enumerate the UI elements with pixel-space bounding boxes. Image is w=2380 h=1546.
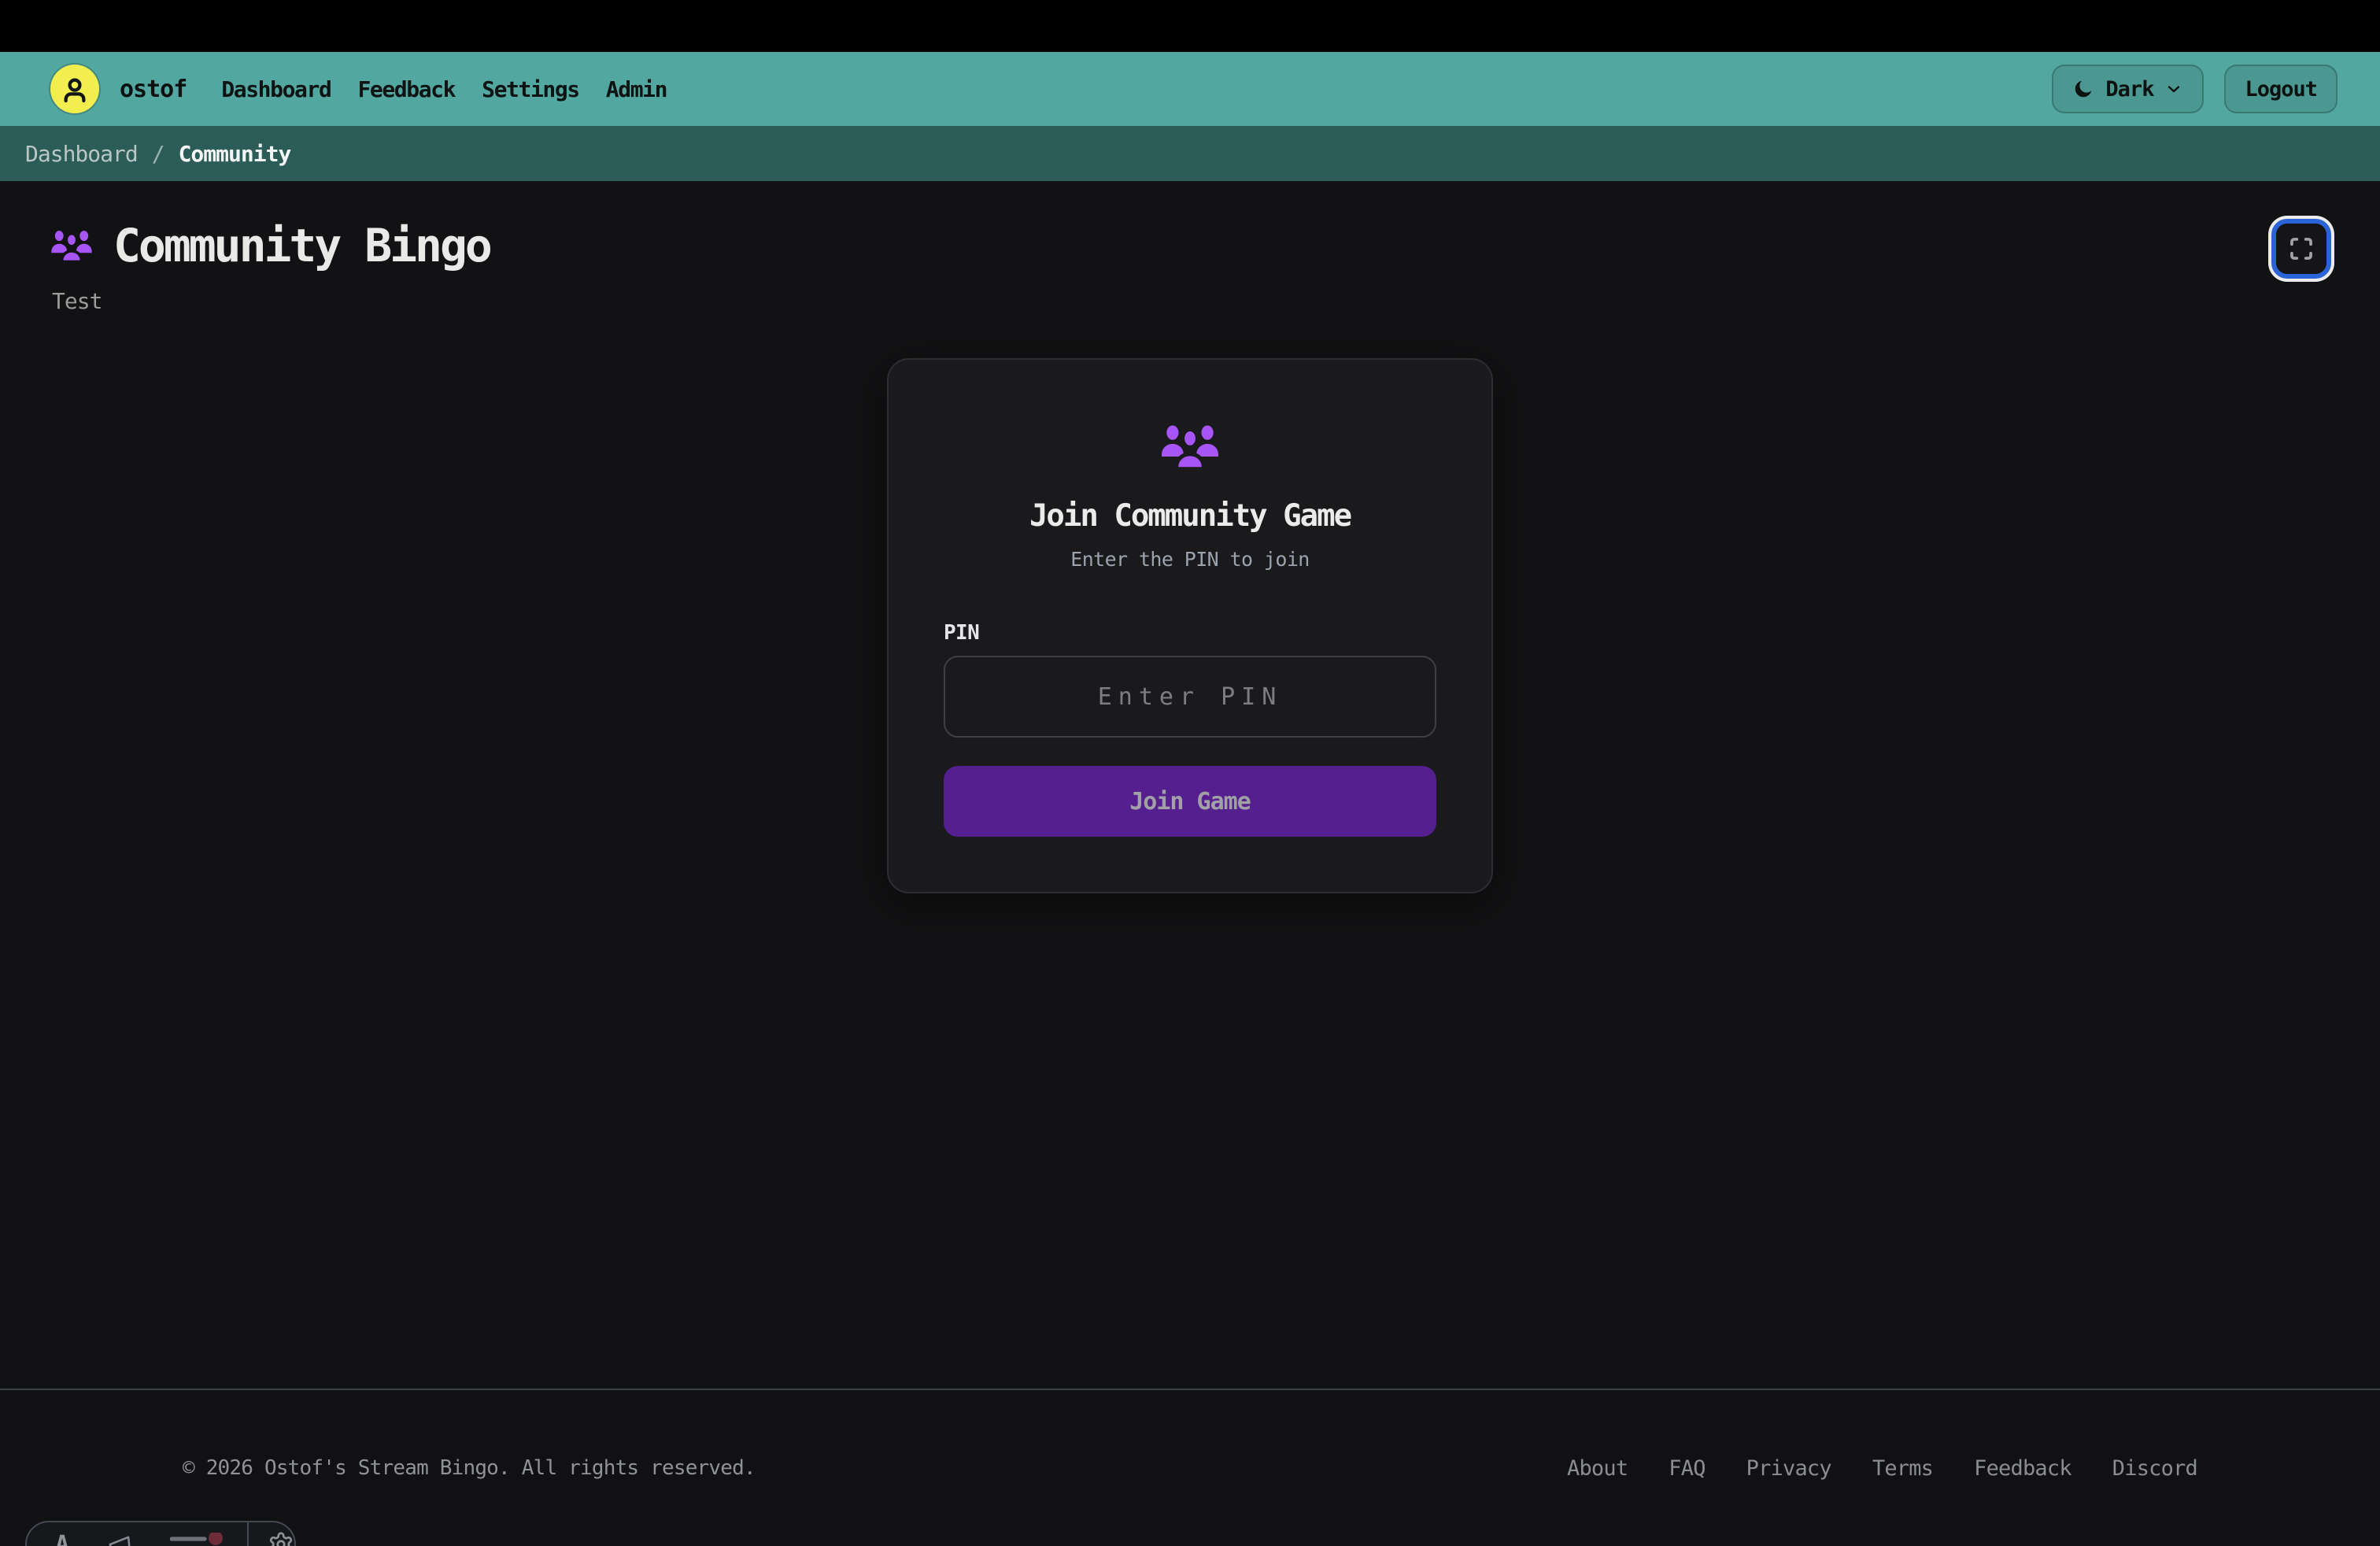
chevron-down-icon: [2164, 80, 2183, 98]
join-card-title: Join Community Game: [1029, 498, 1351, 534]
megaphone-icon[interactable]: [105, 1530, 133, 1546]
app-root: ostof Dashboard Feedback Settings Admin …: [0, 0, 2380, 1546]
users-icon: [50, 228, 93, 263]
logout-button[interactable]: Logout: [2224, 65, 2338, 113]
theme-toggle-button[interactable]: Dark: [2052, 65, 2204, 113]
copyright-text: © 2026 Ostof's Stream Bingo. All rights …: [183, 1456, 756, 1480]
footer-link-discord[interactable]: Discord: [2112, 1456, 2197, 1481]
footer-link-terms[interactable]: Terms: [1872, 1456, 1933, 1481]
brand-logo-text[interactable]: ostof: [120, 76, 187, 103]
route-notification-icon[interactable]: [170, 1533, 224, 1546]
gear-icon[interactable]: [268, 1531, 294, 1546]
footer-links: About FAQ Privacy Terms Feedback Discord: [1567, 1456, 2197, 1481]
toolbar-divider: [247, 1522, 249, 1546]
nav-links: Dashboard Feedback Settings Admin: [221, 76, 667, 102]
join-card-subtitle: Enter the PIN to join: [1070, 548, 1309, 571]
footer-link-feedback[interactable]: Feedback: [1974, 1456, 2071, 1481]
nav-link-settings[interactable]: Settings: [482, 76, 579, 102]
breadcrumb: Dashboard / Community: [0, 126, 2380, 181]
footer-link-faq[interactable]: FAQ: [1669, 1456, 1705, 1481]
font-size-icon[interactable]: A: [55, 1531, 69, 1546]
dev-toolbar: A: [25, 1521, 296, 1546]
breadcrumb-separator: /: [152, 141, 164, 167]
footer-link-privacy[interactable]: Privacy: [1746, 1456, 1831, 1481]
pin-label: PIN: [944, 621, 1436, 645]
page-header: Community Bingo Test: [0, 181, 2380, 314]
theme-toggle-label: Dark: [2105, 77, 2153, 102]
pin-form: PIN Join Game: [944, 621, 1436, 837]
pin-input[interactable]: [944, 656, 1436, 738]
page-title: Community Bingo: [113, 219, 490, 272]
page-subtitle: Test: [52, 288, 490, 314]
nav-link-dashboard[interactable]: Dashboard: [221, 76, 331, 102]
moon-icon: [2072, 78, 2094, 100]
footer-link-about[interactable]: About: [1567, 1456, 1628, 1481]
fullscreen-icon: [2288, 235, 2315, 262]
main-content: Community Bingo Test: [0, 181, 2380, 1389]
footer: © 2026 Ostof's Stream Bingo. All rights …: [0, 1389, 2380, 1546]
fullscreen-button[interactable]: [2271, 219, 2331, 279]
breadcrumb-current: Community: [179, 141, 291, 167]
user-icon: [57, 72, 92, 106]
join-game-button[interactable]: Join Game: [944, 766, 1436, 837]
avatar[interactable]: [50, 65, 99, 113]
users-icon: [1160, 423, 1220, 470]
navbar-right: Dark Logout: [2052, 65, 2338, 113]
nav-link-admin[interactable]: Admin: [606, 76, 667, 102]
join-community-card: Join Community Game Enter the PIN to joi…: [887, 358, 1493, 893]
breadcrumb-link-dashboard[interactable]: Dashboard: [25, 141, 138, 167]
navbar: ostof Dashboard Feedback Settings Admin …: [0, 52, 2380, 126]
nav-link-feedback[interactable]: Feedback: [357, 76, 455, 102]
page-title-block: Community Bingo Test: [50, 219, 490, 314]
top-black-strip: [0, 0, 2380, 52]
